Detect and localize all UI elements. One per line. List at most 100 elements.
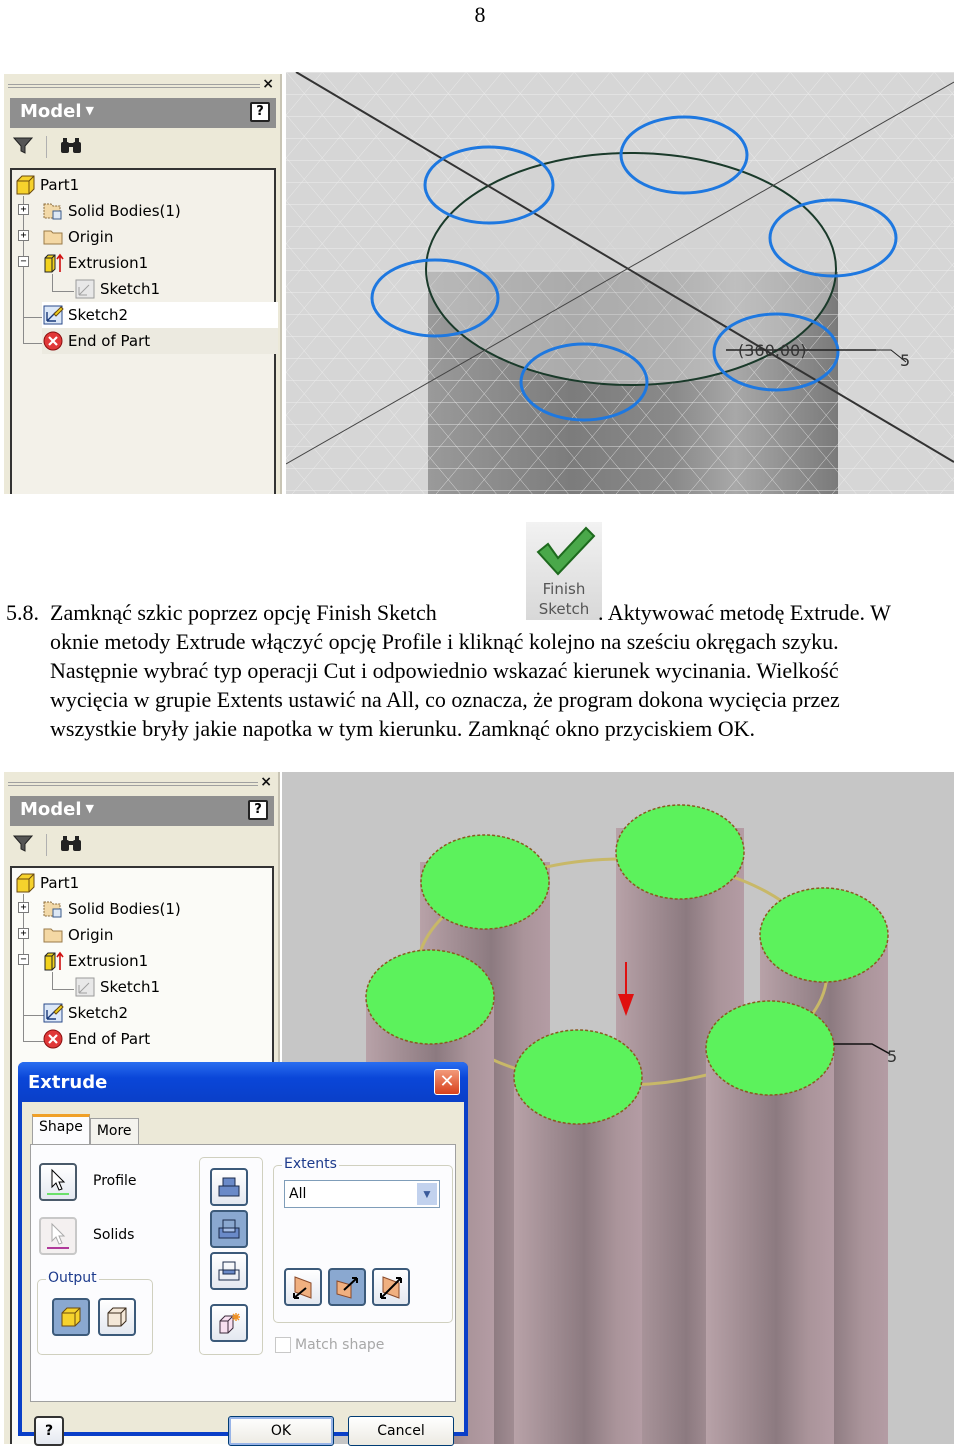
sketch-icon bbox=[74, 278, 96, 300]
dialog-body: Shape More Profile Solids Output Extents… bbox=[22, 1102, 464, 1446]
shape-tab-panel: Profile Solids Output Extents All ▼ Matc… bbox=[30, 1144, 456, 1402]
cancel-button[interactable]: Cancel bbox=[348, 1416, 454, 1446]
dialog-close-button[interactable]: ✕ bbox=[434, 1069, 460, 1095]
tab-more[interactable]: More bbox=[89, 1118, 139, 1144]
profile-select-button[interactable] bbox=[39, 1163, 77, 1201]
output-solid-button[interactable] bbox=[52, 1298, 90, 1336]
binoculars-icon[interactable] bbox=[59, 135, 83, 160]
solid-cube-icon bbox=[61, 1307, 81, 1327]
direction-2-icon bbox=[336, 1277, 358, 1299]
pattern-count-label: 5 bbox=[900, 351, 910, 370]
solid-bodies-icon bbox=[42, 200, 64, 222]
tree-item-solid-bodies[interactable]: Solid Bodies(1) bbox=[42, 896, 262, 922]
chevron-down-icon[interactable]: ▼ bbox=[86, 802, 94, 815]
solids-label: Solids bbox=[93, 1227, 135, 1243]
tree-item-sketch2[interactable]: Sketch2 bbox=[42, 1000, 262, 1026]
tree-item-end-of-part[interactable]: End of Part bbox=[42, 1026, 262, 1052]
tree-item-part1[interactable]: Part1 bbox=[14, 870, 274, 896]
expand-toggle[interactable]: + bbox=[18, 928, 29, 939]
instruction-paragraph: 5.8. Zamknąć szkic poprzez opcję Finish … bbox=[0, 598, 960, 748]
dialog-titlebar[interactable]: Extrude ✕ bbox=[18, 1062, 468, 1102]
direction-1-button[interactable] bbox=[284, 1268, 322, 1306]
paragraph-line: wycięcia w grupie Extents ustawić na All… bbox=[50, 687, 840, 712]
dialog-help-button[interactable]: ? bbox=[34, 1416, 64, 1446]
tree-item-end-of-part[interactable]: End of Part bbox=[42, 328, 278, 354]
cylinder-body bbox=[514, 1074, 642, 1444]
solids-select-button[interactable] bbox=[39, 1217, 77, 1255]
browser-toolbar bbox=[12, 830, 83, 860]
profile-region[interactable] bbox=[513, 1029, 643, 1125]
tree-item-sketch2[interactable]: Sketch2 bbox=[42, 302, 278, 328]
close-icon[interactable]: × bbox=[262, 76, 274, 92]
sketch-viewport[interactable]: (360,00) 5 bbox=[286, 72, 954, 494]
dimension-label[interactable]: (360,00) bbox=[738, 341, 806, 360]
end-of-part-icon bbox=[42, 330, 64, 352]
page-number: 8 bbox=[474, 2, 486, 27]
close-icon[interactable]: × bbox=[260, 774, 272, 790]
operation-join-button[interactable] bbox=[210, 1168, 248, 1206]
join-icon bbox=[218, 1177, 240, 1197]
solid-bodies-icon bbox=[42, 898, 64, 920]
match-shape-label: Match shape bbox=[295, 1337, 385, 1353]
sketch-scene: (360,00) 5 bbox=[286, 72, 954, 494]
pattern-count-label: 5 bbox=[887, 1047, 897, 1066]
paragraph-line: wszystkie bryły jakie napotka w tym kier… bbox=[50, 716, 756, 741]
symmetric-button[interactable] bbox=[372, 1268, 410, 1306]
tree-item-extrusion1[interactable]: Extrusion1 bbox=[42, 948, 262, 974]
cursor-arrow-icon bbox=[47, 1168, 69, 1195]
output-group-title: Output bbox=[46, 1270, 99, 1286]
panel-grip[interactable] bbox=[8, 782, 258, 786]
operation-cut-button[interactable] bbox=[210, 1210, 248, 1248]
toolbar-separator bbox=[46, 834, 47, 856]
help-icon[interactable]: ? bbox=[250, 102, 270, 122]
match-shape-checkbox[interactable] bbox=[275, 1337, 291, 1353]
output-surface-button[interactable] bbox=[98, 1298, 136, 1336]
paragraph-line: Zamknąć szkic poprzez opcję Finish Sketc… bbox=[50, 600, 437, 625]
tab-shape[interactable]: Shape bbox=[32, 1114, 90, 1144]
direction-2-button[interactable] bbox=[328, 1268, 366, 1306]
help-icon[interactable]: ? bbox=[248, 800, 268, 820]
expand-toggle[interactable]: + bbox=[18, 204, 29, 215]
profile-region[interactable] bbox=[705, 1000, 835, 1096]
operation-new-solid-button[interactable] bbox=[210, 1304, 248, 1342]
chevron-down-icon[interactable]: ▼ bbox=[417, 1183, 437, 1205]
end-of-part-icon bbox=[42, 1028, 64, 1050]
profile-region[interactable] bbox=[615, 804, 745, 900]
tree-item-solid-bodies[interactable]: Solid Bodies(1) bbox=[42, 198, 262, 224]
browser-title: Model bbox=[20, 799, 82, 820]
collapse-toggle[interactable]: − bbox=[18, 954, 29, 965]
panel-grip[interactable] bbox=[8, 84, 260, 88]
extents-dropdown[interactable]: All ▼ bbox=[284, 1180, 440, 1208]
binoculars-icon[interactable] bbox=[59, 833, 83, 858]
filter-icon[interactable] bbox=[12, 135, 34, 160]
new-solid-icon bbox=[219, 1313, 240, 1334]
checkmark-icon bbox=[536, 526, 596, 576]
profile-region[interactable] bbox=[365, 949, 495, 1045]
tree-item-origin[interactable]: Origin bbox=[42, 922, 262, 948]
symmetric-icon bbox=[380, 1276, 402, 1299]
profile-region[interactable] bbox=[759, 887, 889, 983]
tree-item-extrusion1[interactable]: Extrusion1 bbox=[42, 250, 262, 276]
browser-header[interactable]: Model ▼ ? bbox=[10, 98, 276, 128]
chevron-down-icon[interactable]: ▼ bbox=[86, 104, 94, 117]
output-group: Output bbox=[37, 1270, 153, 1355]
collapse-toggle[interactable]: − bbox=[18, 256, 29, 267]
profile-region[interactable] bbox=[420, 834, 550, 930]
operation-intersect-button[interactable] bbox=[210, 1252, 248, 1290]
expand-toggle[interactable]: + bbox=[18, 230, 29, 241]
tree-item-sketch1[interactable]: Sketch1 bbox=[74, 974, 254, 1000]
expand-toggle[interactable]: + bbox=[18, 902, 29, 913]
filter-icon[interactable] bbox=[12, 833, 34, 858]
tree-item-origin[interactable]: Origin bbox=[42, 224, 262, 250]
sketch-active-icon bbox=[42, 304, 64, 326]
tree-item-part1[interactable]: Part1 bbox=[14, 172, 274, 198]
paragraph-line: oknie metody Extrude włączyć opcję Profi… bbox=[50, 629, 839, 654]
intersect-icon bbox=[218, 1261, 240, 1281]
tree-item-sketch1[interactable]: Sketch1 bbox=[74, 276, 254, 302]
folder-icon bbox=[42, 226, 64, 248]
ok-button[interactable]: OK bbox=[228, 1416, 334, 1446]
extrusion-icon bbox=[42, 950, 64, 972]
cursor-arrow-icon bbox=[47, 1222, 69, 1249]
browser-header[interactable]: Model ▼ ? bbox=[10, 796, 274, 826]
paragraph-line: . Aktywować metodę Extrude. W bbox=[598, 600, 891, 625]
